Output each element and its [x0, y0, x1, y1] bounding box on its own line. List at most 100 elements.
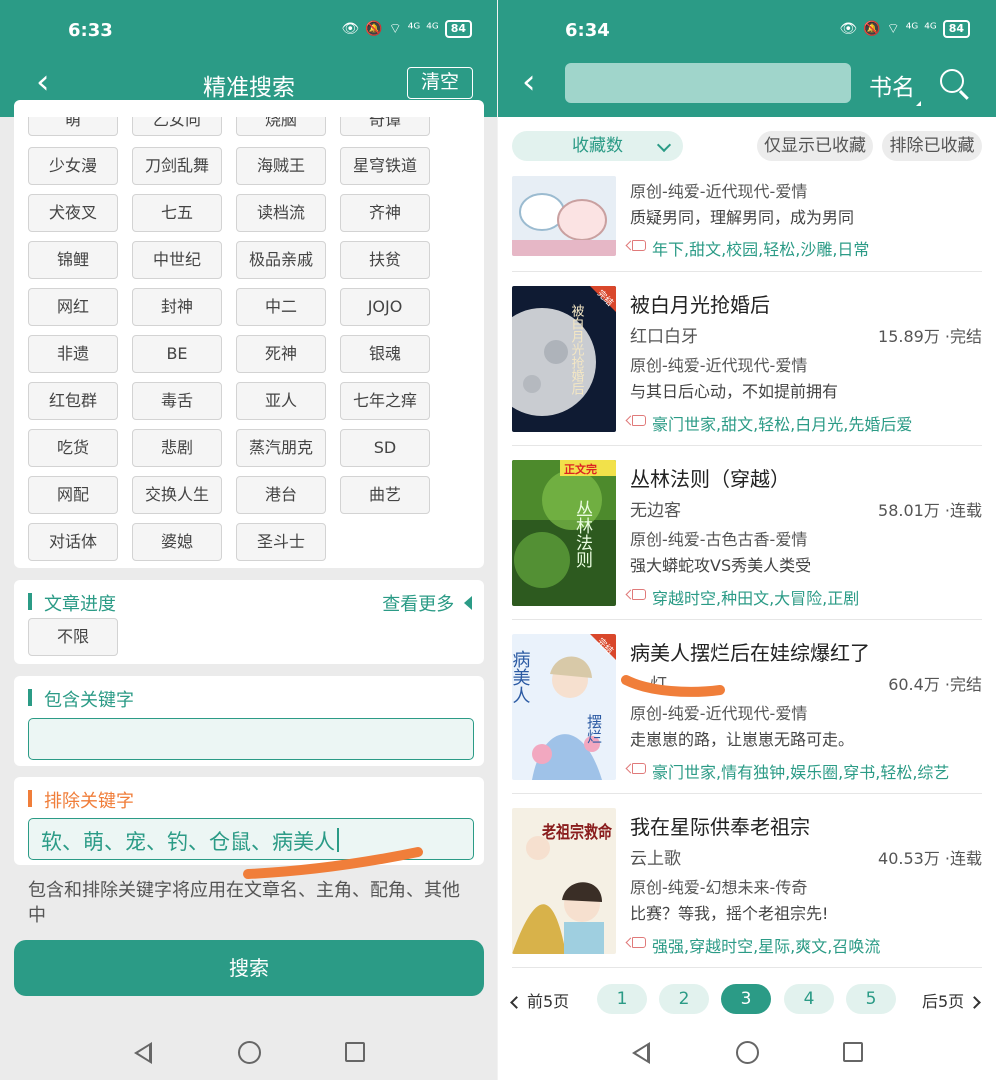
status-icons: 👁 🔕 ⌔ ⁴ᴳ ⁴ᴳ 84 [839, 20, 970, 38]
tag-chip[interactable]: 网配 [28, 476, 118, 514]
progress-option[interactable]: 不限 [28, 618, 118, 656]
next-5-pages-button[interactable]: 后5页 [922, 988, 982, 1012]
tag-chip[interactable]: 亚人 [236, 382, 326, 420]
eye-icon: 👁 [839, 21, 858, 37]
include-keywords-input[interactable] [28, 718, 474, 760]
tag-chip[interactable]: SD [340, 429, 430, 467]
cover-title: 老祖宗救命 [541, 822, 613, 843]
tag-chip[interactable]: 吃货 [28, 429, 118, 467]
nav-recent-icon[interactable] [843, 1042, 863, 1062]
nav-bar [498, 1024, 996, 1080]
next-label: 后5页 [922, 992, 965, 1011]
cover-badge: 正文完 [564, 462, 597, 476]
sort-label: 收藏数 [572, 136, 623, 156]
tag-chip[interactable]: 曲艺 [340, 476, 430, 514]
nav-back-icon[interactable] [632, 1042, 650, 1064]
tag-chip[interactable]: 婆媳 [132, 523, 222, 561]
cover-art: 完结 病美人 摆烂 [512, 634, 616, 780]
cover-art: 老祖宗救命 [512, 808, 616, 954]
prev-5-pages-button[interactable]: 前5页 [510, 988, 570, 1012]
book-tags: 豪门世家,情有独钟,娱乐圈,穿书,轻松,综艺 [630, 759, 949, 783]
tag-chip[interactable]: 刀剑乱舞 [132, 147, 222, 185]
orange-scribble [621, 675, 725, 697]
tag-chip[interactable]: 七五 [132, 194, 222, 232]
tag-chip[interactable]: 封神 [132, 288, 222, 326]
book-title: 被白月光抢婚后 [630, 293, 770, 317]
tag-chip[interactable]: 港台 [236, 476, 326, 514]
search-button[interactable]: 搜索 [14, 940, 484, 996]
search-icon[interactable] [940, 69, 964, 93]
more-label: 查看更多 [382, 594, 455, 615]
nav-recent-icon[interactable] [345, 1042, 365, 1062]
exclude-title: 排除关键字 [28, 787, 134, 813]
signal-icon: ⁴ᴳ [905, 21, 919, 37]
tag-chip[interactable]: JOJO [340, 288, 430, 326]
book-cover: 老祖宗救命 [512, 808, 616, 954]
tag-chip[interactable]: 犬夜叉 [28, 194, 118, 232]
tag-chip[interactable]: 读档流 [236, 194, 326, 232]
page-button-4[interactable]: 4 [784, 984, 834, 1014]
cover-art: 完结 被白月光抢婚后 [512, 286, 616, 432]
tag-chip[interactable]: 蒸汽朋克 [236, 429, 326, 467]
page-button-2[interactable]: 2 [659, 984, 709, 1014]
page-button-1[interactable]: 1 [597, 984, 647, 1014]
book-tags-text: 穿越时空,种田文,大冒险,正剧 [652, 589, 860, 608]
page-button-3[interactable]: 3 [721, 984, 771, 1014]
nav-home-icon[interactable] [736, 1041, 759, 1064]
book-author: 红口白牙 [630, 327, 698, 347]
tag-chip[interactable]: 中世纪 [132, 241, 222, 279]
tag-chip[interactable]: 悲剧 [132, 429, 222, 467]
tag-chip[interactable]: 海贼王 [236, 147, 326, 185]
search-type-select[interactable]: 书名 [869, 68, 921, 106]
battery-icon: 84 [444, 20, 472, 38]
prev-label: 前5页 [527, 992, 570, 1011]
tag-chip[interactable]: 齐神 [340, 194, 430, 232]
search-input[interactable] [565, 63, 851, 103]
tag-chip[interactable]: 非遗 [28, 335, 118, 373]
tag-chip[interactable]: 少女漫 [28, 147, 118, 185]
book-tags-text: 豪门世家,情有独钟,娱乐圈,穿书,轻松,综艺 [652, 763, 950, 782]
tag-chip[interactable]: 对话体 [28, 523, 118, 561]
tag-chip[interactable]: 毒舌 [132, 382, 222, 420]
include-title: 包含关键字 [28, 686, 134, 712]
only-favorites-toggle[interactable]: 仅显示已收藏 [757, 131, 873, 161]
tag-icon [632, 937, 646, 948]
battery-icon: 84 [942, 20, 970, 38]
nav-back-icon[interactable] [134, 1042, 152, 1064]
tag-chip[interactable]: 七年之痒 [340, 382, 430, 420]
book-tags: 年下,甜文,校园,轻松,沙雕,日常 [630, 236, 869, 260]
tag-chip[interactable]: 交换人生 [132, 476, 222, 514]
tag-chip[interactable]: 中二 [236, 288, 326, 326]
tag-chip[interactable]: 扶贫 [340, 241, 430, 279]
tag-chip[interactable]: 死神 [236, 335, 326, 373]
tag-chip[interactable]: 锦鲤 [28, 241, 118, 279]
book-category: 原创-纯爱-近代现代-爱情 [630, 356, 808, 375]
page-button-5[interactable]: 5 [846, 984, 896, 1014]
cover-title: 丛林法则 [572, 500, 593, 569]
tag-chip[interactable]: 网红 [28, 288, 118, 326]
nav-home-icon[interactable] [238, 1041, 261, 1064]
book-word-count: 58.01万 ·连载 [878, 501, 982, 520]
book-cover: 完结 病美人 摆烂 [512, 634, 616, 780]
app-bar: 6:34 👁 🔕 ⌔ ⁴ᴳ ⁴ᴳ 84 ‹ 书名 [498, 0, 996, 117]
book-tags-text: 豪门世家,甜文,轻松,白月光,先婚后爱 [652, 415, 913, 434]
tag-chip[interactable]: 星穹铁道 [340, 147, 430, 185]
left-screen: 6:33 👁 🔕 ⌔ ⁴ᴳ ⁴ᴳ 84 ‹ 精准搜索 清空 萌乙女向 烧脑 奇谭 少女… [0, 0, 498, 1080]
clear-button[interactable]: 清空 [407, 67, 473, 99]
tag-chip[interactable]: 极品亲戚 [236, 241, 326, 279]
book-title: 我在星际供奉老祖宗 [630, 815, 810, 839]
back-arrow-icon[interactable]: ‹ [522, 64, 552, 100]
more-link[interactable]: 查看更多 [382, 590, 472, 616]
tag-chip[interactable]: 红包群 [28, 382, 118, 420]
include-card: 包含关键字 [14, 676, 484, 766]
tag-chip[interactable]: BE [132, 335, 222, 373]
book-word-count: 40.53万 ·连载 [878, 849, 982, 868]
sort-select[interactable]: 收藏数 [512, 131, 683, 161]
tag-chip[interactable]: 银魂 [340, 335, 430, 373]
tag-chip[interactable]: 圣斗士 [236, 523, 326, 561]
signal-icon: ⁴ᴳ [407, 21, 421, 37]
status-time: 6:33 [68, 20, 113, 41]
cover-art: 正文完 丛林法则 [512, 460, 616, 606]
exclude-favorites-toggle[interactable]: 排除已收藏 [882, 131, 982, 161]
book-word-count: 60.4万 ·完结 [888, 675, 982, 694]
